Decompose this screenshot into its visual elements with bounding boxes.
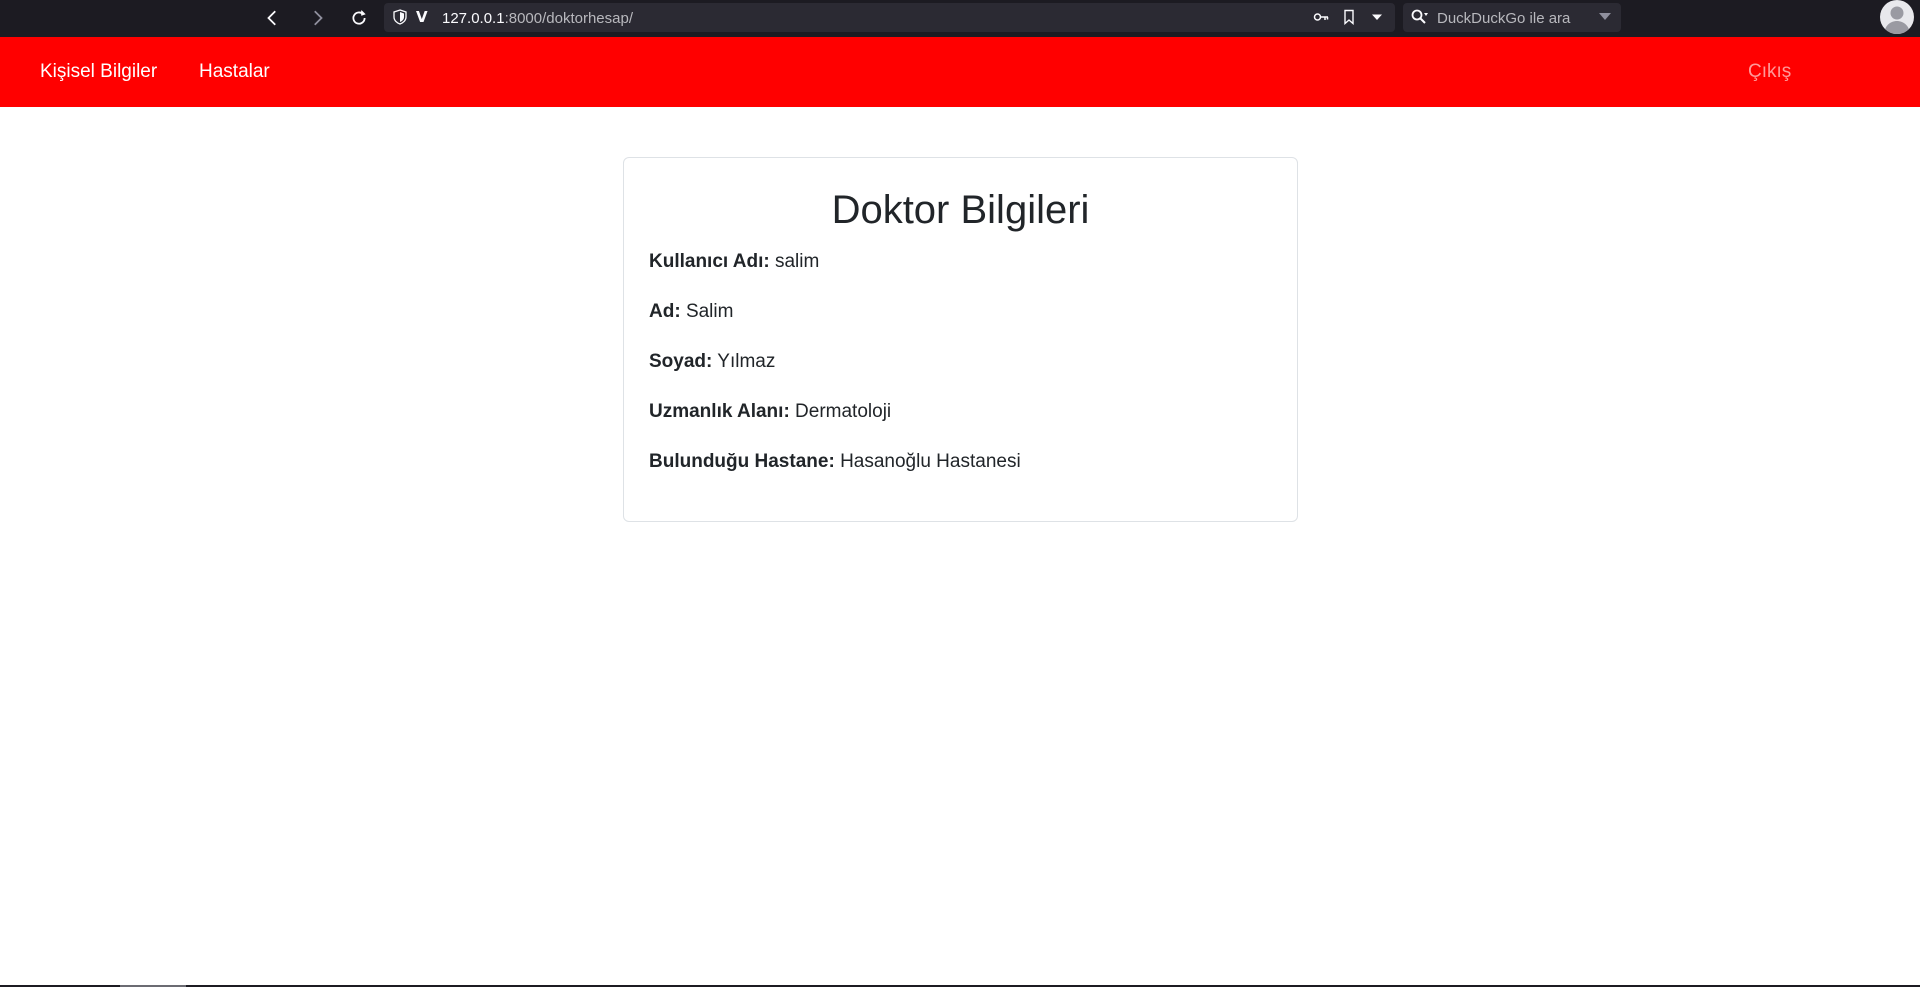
url-path: :8000/doktorhesap/ [504, 10, 633, 27]
browser-toolbar: V 127.0.0.1:8000/doktorhesap/ DuckDuckGo… [0, 0, 1920, 37]
reload-button[interactable] [344, 4, 374, 32]
search-placeholder: DuckDuckGo ile ara [1437, 10, 1571, 27]
field-label: Ad: [649, 301, 681, 322]
field-label: Bulunduğu Hastane: [649, 451, 835, 472]
url-text[interactable]: 127.0.0.1:8000/doktorhesap/ [442, 10, 633, 27]
nav-link-kisisel-bilgiler[interactable]: Kişisel Bilgiler [40, 61, 157, 83]
chevron-down-icon[interactable] [1369, 9, 1385, 25]
url-bar[interactable]: V 127.0.0.1:8000/doktorhesap/ [384, 3, 1395, 32]
field-value: salim [774, 251, 820, 272]
bookmark-icon[interactable] [1341, 9, 1357, 25]
site-favicon-icon: V [416, 8, 428, 26]
doctor-info-card: Doktor Bilgileri Kullanıcı Adı: salim Ad… [623, 157, 1298, 522]
page-title: Doktor Bilgileri [831, 188, 1090, 232]
search-engine-dropdown-icon[interactable] [1599, 13, 1611, 20]
field-hospital: Bulunduğu Hastane: Hasanoğlu Hastanesi [649, 451, 1021, 473]
arrow-left-icon [267, 10, 276, 26]
field-label: Kullanıcı Adı: [649, 251, 770, 272]
navbar: Kişisel Bilgiler Hastalar Çıkış [0, 37, 1920, 107]
back-button[interactable] [258, 4, 288, 32]
key-icon[interactable] [1313, 9, 1329, 25]
field-specialty: Uzmanlık Alanı: Dermatoloji [649, 401, 891, 423]
reload-icon [352, 10, 366, 25]
logout-link[interactable]: Çıkış [1748, 61, 1791, 83]
avatar[interactable] [1880, 0, 1914, 34]
field-label: Soyad: [649, 351, 713, 372]
url-host: 127.0.0.1 [442, 10, 505, 27]
field-value: Salim [685, 301, 734, 322]
search-bar[interactable]: DuckDuckGo ile ara [1403, 3, 1621, 32]
field-label: Uzmanlık Alanı: [649, 401, 790, 422]
url-actions [1313, 9, 1385, 25]
shield-icon[interactable] [392, 9, 408, 25]
field-value: Yılmaz [717, 351, 776, 372]
field-first-name: Ad: Salim [649, 301, 733, 323]
user-icon [1884, 6, 1910, 34]
forward-button[interactable] [302, 4, 332, 32]
arrow-right-icon [314, 10, 323, 26]
nav-link-hastalar[interactable]: Hastalar [199, 61, 270, 83]
field-last-name: Soyad: Yılmaz [649, 351, 775, 373]
field-value: Hasanoğlu Hastanesi [840, 451, 1021, 472]
field-value: Dermatoloji [795, 401, 892, 422]
search-icon [1411, 9, 1428, 24]
field-username: Kullanıcı Adı: salim [649, 251, 819, 273]
